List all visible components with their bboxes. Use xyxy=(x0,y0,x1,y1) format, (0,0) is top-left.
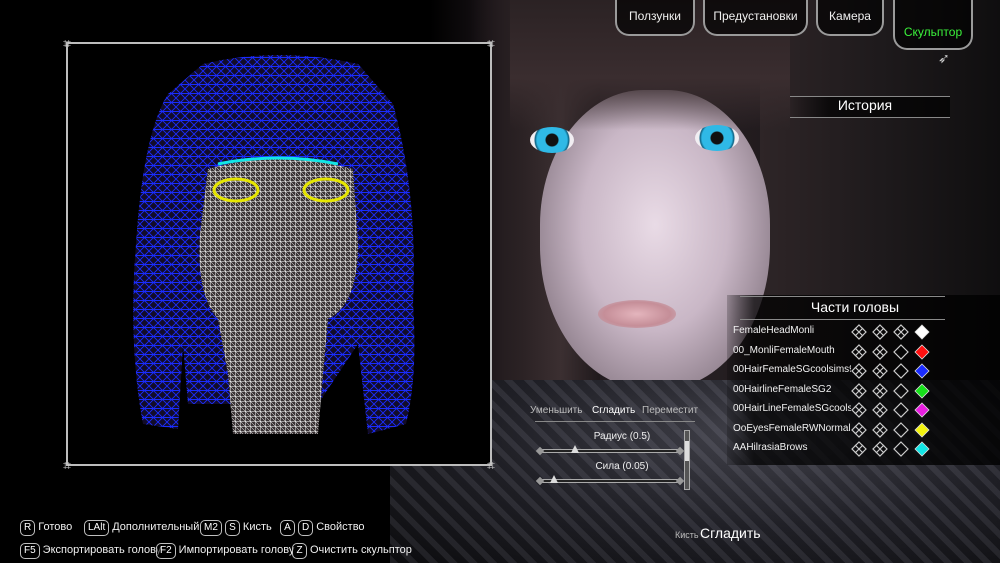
tool-move[interactable]: Переместит xyxy=(642,405,698,416)
hint-done[interactable]: R Готово xyxy=(20,520,72,536)
tab-sculptor[interactable]: Скульптор xyxy=(893,0,973,50)
wireframe-toggle-icon[interactable] xyxy=(872,363,888,379)
radius-slider[interactable] xyxy=(535,445,685,456)
key-badge: S xyxy=(224,520,240,536)
brush-scrollbar[interactable] xyxy=(684,430,690,490)
tab-camera[interactable]: Камера xyxy=(816,0,884,36)
head-parts-title: Части головы xyxy=(810,299,900,315)
head-part-row[interactable]: 00HairLineFemaleSGcoolsims98 xyxy=(733,401,998,420)
wire-color-swatch-icon[interactable] xyxy=(914,441,930,457)
wireframe-toggle-icon[interactable] xyxy=(872,324,888,340)
hint-label: Очистить скульптор xyxy=(310,544,412,556)
hint-label: Готово xyxy=(38,521,73,533)
brush-status-value: Сгладить xyxy=(700,525,761,541)
head-part-row[interactable]: 00HairFemaleSGcoolsims98 xyxy=(733,362,998,381)
visibility-toggle-icon[interactable] xyxy=(893,382,909,399)
wire-color-swatch-icon[interactable] xyxy=(914,421,930,438)
head-part-name: OoEyesFemaleRWNormalBlue xyxy=(733,422,851,434)
tool-shrink[interactable]: Уменьшить xyxy=(530,405,582,416)
head-part-name: AAHilrasiaBrows xyxy=(733,442,808,453)
hint-property[interactable]: A D Свойство xyxy=(280,520,365,536)
key-badge: A xyxy=(280,520,295,536)
hint-label: Экспортировать голову xyxy=(42,544,162,556)
hint-brush[interactable]: M2 S Кисть xyxy=(200,520,272,536)
head-part-row[interactable]: FemaleHeadMonli xyxy=(733,323,998,342)
wire-color-swatch-icon[interactable] xyxy=(914,324,930,340)
corner-ornament-icon: ⌗ xyxy=(487,35,495,51)
wireframe-head-mesh[interactable] xyxy=(68,44,490,464)
sculpt-viewport[interactable]: ⌗ ⌗ ⌗ ⌗ xyxy=(63,35,495,473)
character-right-eye xyxy=(695,125,739,151)
head-part-name: 00HairlineFemaleSG2 xyxy=(733,383,832,395)
visibility-toggle-icon[interactable] xyxy=(893,402,909,418)
divider xyxy=(535,421,695,422)
head-part-row[interactable]: OoEyesFemaleRWNormalBlue xyxy=(733,421,998,440)
hint-label: Кисть xyxy=(242,521,272,533)
hint-import-head[interactable]: F2 Импортировать голову xyxy=(156,543,294,559)
character-left-eye xyxy=(530,127,574,153)
wire-color-swatch-icon[interactable] xyxy=(914,382,930,399)
tab-sliders[interactable]: Ползунки xyxy=(615,0,695,36)
mesh-toggle-icon[interactable] xyxy=(851,363,867,379)
head-part-row[interactable]: 00HairlineFemaleSG2 xyxy=(733,382,998,401)
cursor-arrow-icon: ➶ xyxy=(938,50,950,66)
radius-slider-handle[interactable] xyxy=(571,445,579,453)
mesh-toggle-icon[interactable] xyxy=(851,421,867,438)
divider xyxy=(740,319,945,320)
hint-label: Импортировать голову xyxy=(178,544,295,556)
key-badge: LAlt xyxy=(84,520,110,536)
strength-slider[interactable] xyxy=(535,475,685,486)
visibility-toggle-icon[interactable] xyxy=(893,324,909,340)
hint-clear-sculptor[interactable]: Z Очистить скульптор xyxy=(292,543,412,559)
wireframe-toggle-icon[interactable] xyxy=(872,441,888,457)
key-badge: R xyxy=(20,520,36,536)
corner-ornament-icon: ⌗ xyxy=(487,457,495,473)
wire-color-swatch-icon[interactable] xyxy=(914,343,930,360)
key-badge: Z xyxy=(292,543,307,559)
strength-slider-handle[interactable] xyxy=(550,475,558,483)
head-part-name: FemaleHeadMonli xyxy=(733,325,815,336)
divider xyxy=(740,296,945,297)
wire-color-swatch-icon[interactable] xyxy=(914,363,930,379)
visibility-toggle-icon[interactable] xyxy=(893,441,909,457)
wireframe-toggle-icon[interactable] xyxy=(872,402,888,418)
visibility-toggle-icon[interactable] xyxy=(893,363,909,379)
mesh-toggle-icon[interactable] xyxy=(851,324,867,340)
head-part-row[interactable]: AAHilrasiaBrows xyxy=(733,440,998,459)
mesh-toggle-icon[interactable] xyxy=(851,382,867,399)
hint-label: Свойство xyxy=(316,521,365,533)
hint-export-head[interactable]: F5 Экспортировать голову xyxy=(20,543,161,559)
head-part-name: 00HairFemaleSGcoolsims98 xyxy=(733,364,851,375)
wire-color-swatch-icon[interactable] xyxy=(914,402,930,418)
key-badge: F5 xyxy=(20,543,40,559)
wireframe-toggle-icon[interactable] xyxy=(872,421,888,438)
wireframe-toggle-icon[interactable] xyxy=(872,343,888,360)
corner-ornament-icon: ⌗ xyxy=(63,457,71,473)
head-part-name: 00HairLineFemaleSGcoolsims98 xyxy=(733,403,851,414)
strength-label: Сила (0.05) xyxy=(595,461,649,472)
character-lips xyxy=(598,300,676,328)
visibility-toggle-icon[interactable] xyxy=(893,343,909,360)
mesh-toggle-icon[interactable] xyxy=(851,402,867,418)
wireframe-toggle-icon[interactable] xyxy=(872,382,888,399)
mesh-toggle-icon[interactable] xyxy=(851,343,867,360)
head-part-row[interactable]: 00_MonliFemaleMouth xyxy=(733,343,998,362)
tool-smooth[interactable]: Сгладить xyxy=(592,405,635,416)
brush-status-label: Кисть xyxy=(675,530,699,540)
key-badge: M2 xyxy=(200,520,222,536)
hint-additional[interactable]: LAlt Дополнительный xyxy=(84,520,199,536)
key-badge: F2 xyxy=(156,543,176,559)
history-title: История xyxy=(837,97,893,113)
tab-presets[interactable]: Предустановки xyxy=(703,0,808,36)
scrollbar-thumb[interactable] xyxy=(685,441,689,461)
visibility-toggle-icon[interactable] xyxy=(893,421,909,438)
head-part-name: 00_MonliFemaleMouth xyxy=(733,344,835,356)
hint-label: Дополнительный xyxy=(112,521,200,533)
key-badge: D xyxy=(298,520,314,536)
brush-tool-selector: Уменьшить Сгладить Переместит xyxy=(530,405,710,419)
corner-ornament-icon: ⌗ xyxy=(63,35,71,51)
mesh-toggle-icon[interactable] xyxy=(851,441,867,457)
radius-label: Радиус (0.5) xyxy=(593,431,651,442)
